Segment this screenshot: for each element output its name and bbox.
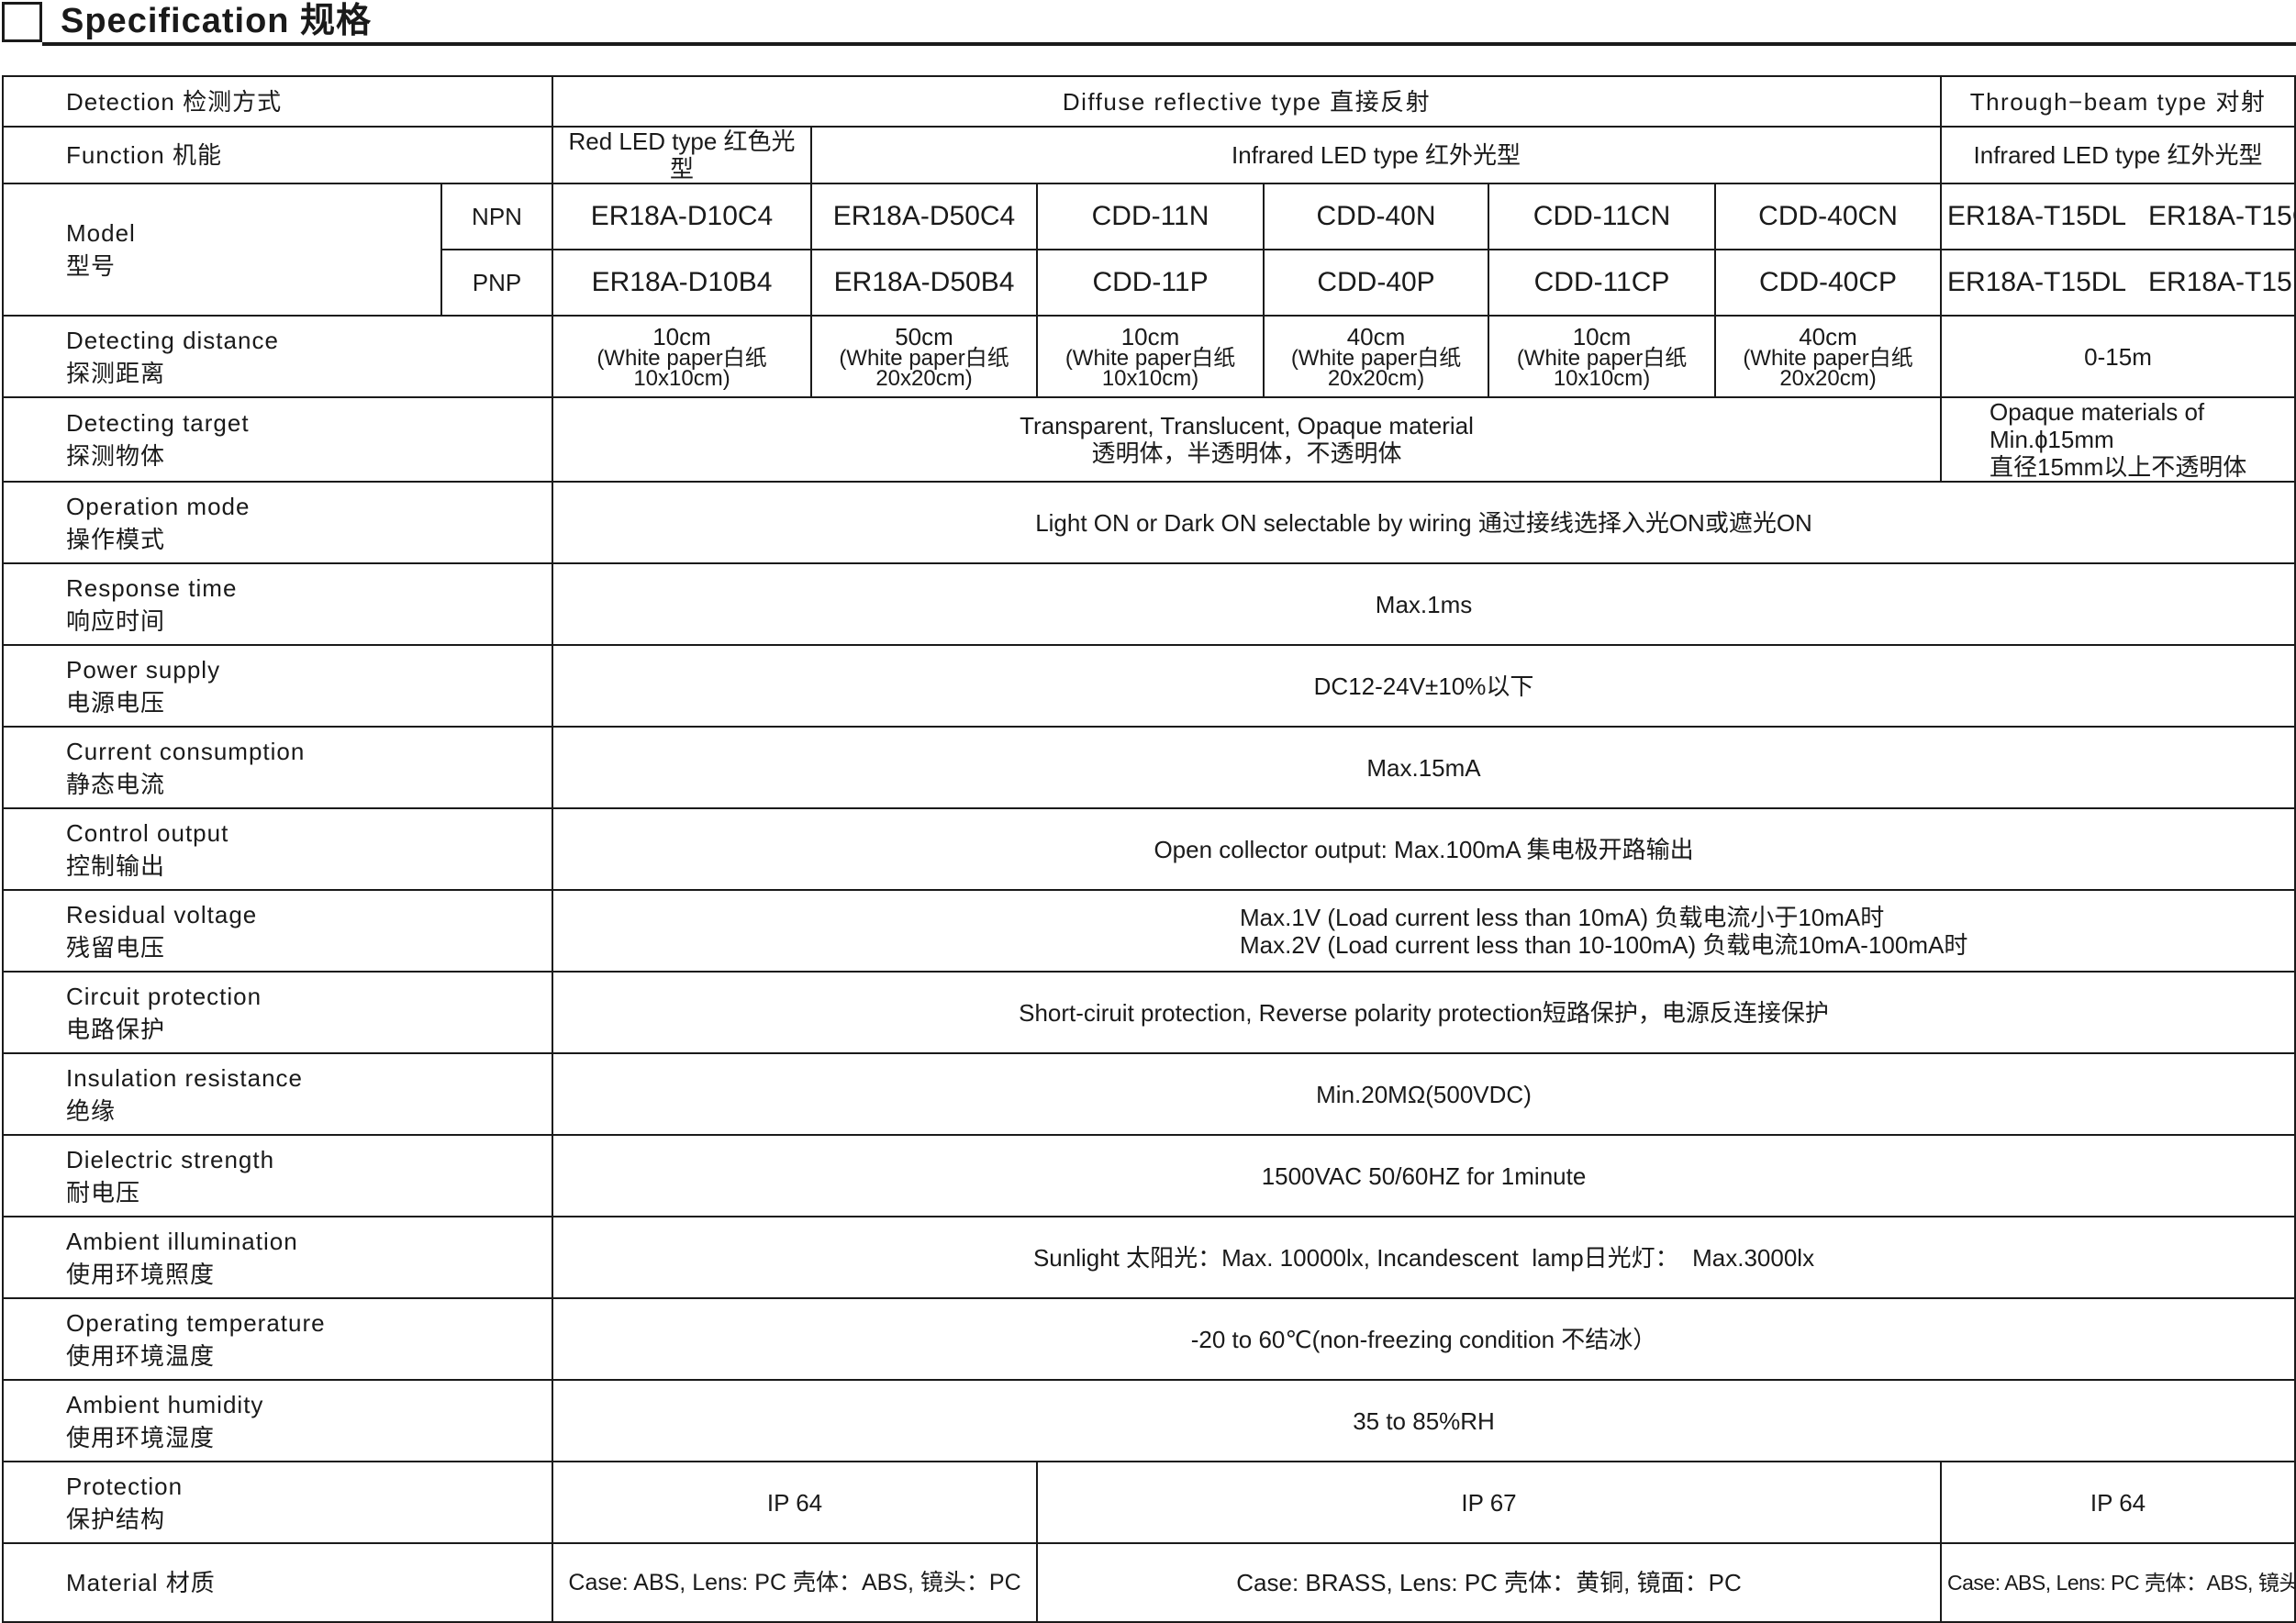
table-row: Circuit protection 电路保护 Short-ciruit prot… [1,971,2296,1054]
model-cell: ER18A-D50C4 [810,183,1039,250]
table-row: Dielectric strength 耐电压 1500VAC 50/60HZ f… [1,1134,2296,1217]
table-row: Ambient illumination 使用环境照度 Sunlight 太阳光：… [1,1216,2296,1299]
table-row: Detecting target 探测物体 Transparent, Trans… [1,396,2296,483]
operation-value: Light ON or Dark ON selectable by wiring… [552,481,2296,564]
distance-cell: 40cm (White paper白纸 20x20cm) [1714,315,1943,398]
table-row: Model 型号 NPN ER18A-D10C4 ER18A-D50C4 CDD… [2,183,2296,317]
operation-label: Operation mode 操作模式 [1,481,554,564]
distance-cell: 10cm (White paper白纸 10x10cm) [1036,315,1265,398]
model-cell: CDD-40CP [1714,249,1943,317]
through-beam-type: Through−beam type 对射 [1940,75,2296,128]
table-row: Function 机能 Red LED type 红色光型 Infrared L… [1,126,2296,184]
through-distance: 0-15m [1940,315,2296,398]
table-row: Residual voltage 残留电压 Max.1V (Load curren… [1,889,2296,973]
insulation-label: Insulation resistance 绝缘 [1,1052,554,1136]
response-value: Max.1ms [552,562,2296,646]
model-cell: ER18A-D50B4 [810,249,1039,317]
circuit-value: Short-ciruit protection, Reverse polarit… [552,971,2296,1054]
header-rule [42,42,2296,46]
protection-through: IP 64 [1940,1461,2296,1544]
humidity-label: Ambient humidity 使用环境湿度 [1,1379,554,1462]
table-row: Control output 控制输出 Open collector output… [1,807,2296,891]
infrared-led-type: Infrared LED type 红外光型 [810,126,1943,184]
insulation-value: Min.20MΩ(500VDC) [552,1052,2296,1136]
model-cell: CDD-11P [1036,249,1265,317]
table-row: Detecting distance 探测距离 10cm (White paper… [1,315,2296,398]
table-row: Power supply 电源电压 DC12-24V±10%以下 [1,644,2296,728]
page-header: Specification 规格 [0,0,2296,48]
illumination-value: Sunlight 太阳光：Max. 10000lx, Incandescent … [552,1216,2296,1299]
table-row: Operating temperature 使用环境温度 -20 to 60℃(n… [1,1297,2296,1381]
npn-label: NPN [440,183,554,250]
circuit-label: Circuit protection 电路保护 [1,971,554,1054]
table-row: Current consumption 静态电流 Max.15mA [1,726,2296,809]
power-value: DC12-24V±10%以下 [552,644,2296,728]
residual-label: Residual voltage 残留电压 [1,889,554,973]
humidity-value: 35 to 85%RH [552,1379,2296,1462]
current-label: Current consumption 静态电流 [1,726,554,809]
model-cell: CDD-40P [1263,249,1490,317]
table-row: Operation mode 操作模式 Light ON or Dark ON s… [1,481,2296,564]
distance-cell: 10cm (White paper白纸 10x10cm) [1488,315,1717,398]
diffuse-type: Diffuse reflective type 直接反射 [552,75,1943,128]
table-row: Response time 响应时间 Max.1ms [1,562,2296,646]
model-label-en: Model [66,219,136,247]
table-row: Insulation resistance 绝缘 Min.20MΩ(500VDC) [1,1052,2296,1136]
page-title: Specification 规格 [61,2,373,40]
model-label-cn: 型号 [66,252,117,280]
through-target: Opaque materials of Min.ɸ15mm 直径15mm以上不透… [1940,396,2296,483]
pnp-label: PNP [440,249,554,317]
illumination-label: Ambient illumination 使用环境照度 [1,1216,554,1299]
distance-cell: 50cm (White paper白纸 20x20cm) [810,315,1039,398]
model-cell: CDD-11CN [1488,183,1717,250]
model-cell: CDD-40CN [1714,183,1943,250]
power-label: Power supply 电源电压 [1,644,554,728]
table-row: Protection 保护结构 IP 64 IP 67 IP 64 [1,1461,2296,1544]
control-value: Open collector output: Max.100mA 集电极开路输出 [552,807,2296,891]
current-value: Max.15mA [552,726,2296,809]
material-red: Case: ABS, Lens: PC 壳体：ABS, 镜头：PC [552,1542,1039,1623]
header-box-icon [2,2,42,42]
function-label: Function 机能 [1,126,554,184]
material-infrared: Case: BRASS, Lens: PC 壳体：黄铜, 镜面：PC [1036,1542,1943,1623]
material-through: Case: ABS, Lens: PC 壳体：ABS, 镜头：PC [1940,1542,2296,1623]
model-label: Model 型号 [2,183,442,317]
temperature-value: -20 to 60℃(non-freezing condition 不结冰） [552,1297,2296,1381]
material-label: Material 材质 [1,1542,554,1623]
dielectric-label: Dielectric strength 耐电压 [1,1134,554,1217]
table-row: Material 材质 Case: ABS, Lens: PC 壳体：ABS, … [1,1542,2296,1623]
model-cell: CDD-11N [1036,183,1265,250]
distance-cell: 40cm (White paper白纸 20x20cm) [1263,315,1490,398]
dielectric-value: 1500VAC 50/60HZ for 1minute [552,1134,2296,1217]
temperature-label: Operating temperature 使用环境温度 [1,1297,554,1381]
model-cell: ER18A-D10C4 [552,183,813,250]
model-cell: CDD-11CP [1488,249,1717,317]
protection-infrared: IP 67 [1036,1461,1943,1544]
model-cell: ER18A-T15DL ER18A-T15C4 [1940,183,2296,250]
specification-table: Detection 检测方式 Diffuse reflective type 直… [1,75,2296,1623]
red-led-type: Red LED type 红色光型 [552,126,813,184]
detection-label: Detection 检测方式 [1,75,554,128]
target-label: Detecting target 探测物体 [1,396,554,483]
table-row: Detection 检测方式 Diffuse reflective type 直… [1,75,2296,128]
response-label: Response time 响应时间 [1,562,554,646]
protection-red: IP 64 [552,1461,1039,1544]
distance-cell: 10cm (White paper白纸 10x10cm) [552,315,813,398]
through-infrared-type: Infrared LED type 红外光型 [1940,126,2296,184]
model-cell: CDD-40N [1263,183,1490,250]
model-cell: ER18A-T15DL ER18A-T15B4 [1940,249,2296,317]
model-cell: ER18A-D10B4 [552,249,813,317]
control-label: Control output 控制输出 [1,807,554,891]
protection-label: Protection 保护结构 [1,1461,554,1544]
distance-label: Detecting distance 探测距离 [1,315,554,398]
table-row: Ambient humidity 使用环境湿度 35 to 85%RH [1,1379,2296,1462]
residual-value: Max.1V (Load current less than 10mA) 负载电… [552,889,2296,973]
diffuse-target: Transparent, Translucent, Opaque materia… [552,396,1943,483]
